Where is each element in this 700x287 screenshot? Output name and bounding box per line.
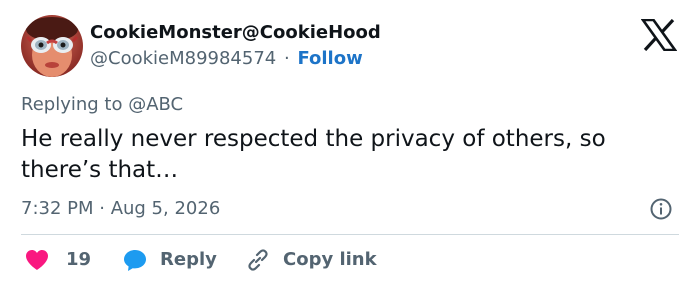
- heart-icon: [26, 250, 48, 270]
- copy-link-label: Copy link: [283, 249, 377, 270]
- link-icon: [248, 249, 268, 271]
- author-handle-row: @CookieM89984574 · Follow: [90, 47, 363, 71]
- author-handle[interactable]: @CookieM89984574: [90, 48, 276, 69]
- copy-link-button[interactable]: Copy link: [245, 246, 377, 274]
- like-count: 19: [66, 249, 92, 270]
- author-display-name[interactable]: CookieMonster@CookieHood: [90, 21, 381, 45]
- tweet-actions-bar: 19 Reply Copy link: [0, 246, 700, 274]
- tweet-text: He really never respected the privacy of…: [21, 126, 606, 183]
- follow-button[interactable]: Follow: [297, 48, 362, 69]
- reply-button[interactable]: Reply: [122, 246, 217, 274]
- avatar-image: [21, 15, 83, 77]
- info-icon[interactable]: [649, 197, 673, 221]
- replying-to-label: Replying to @ABC: [21, 94, 184, 115]
- action-divider: [21, 234, 679, 235]
- author-avatar[interactable]: [21, 15, 83, 77]
- tweet-timestamp[interactable]: 7:32 PM · Aug 5, 2026: [21, 197, 220, 221]
- like-button[interactable]: 19: [24, 246, 91, 274]
- reply-label: Reply: [160, 249, 217, 270]
- reply-bubble-icon: [124, 250, 146, 271]
- handle-separator: ·: [283, 48, 290, 69]
- embedded-tweet-card: CookieMonster@CookieHood @CookieM8998457…: [0, 0, 700, 287]
- x-logo-icon[interactable]: [640, 18, 678, 52]
